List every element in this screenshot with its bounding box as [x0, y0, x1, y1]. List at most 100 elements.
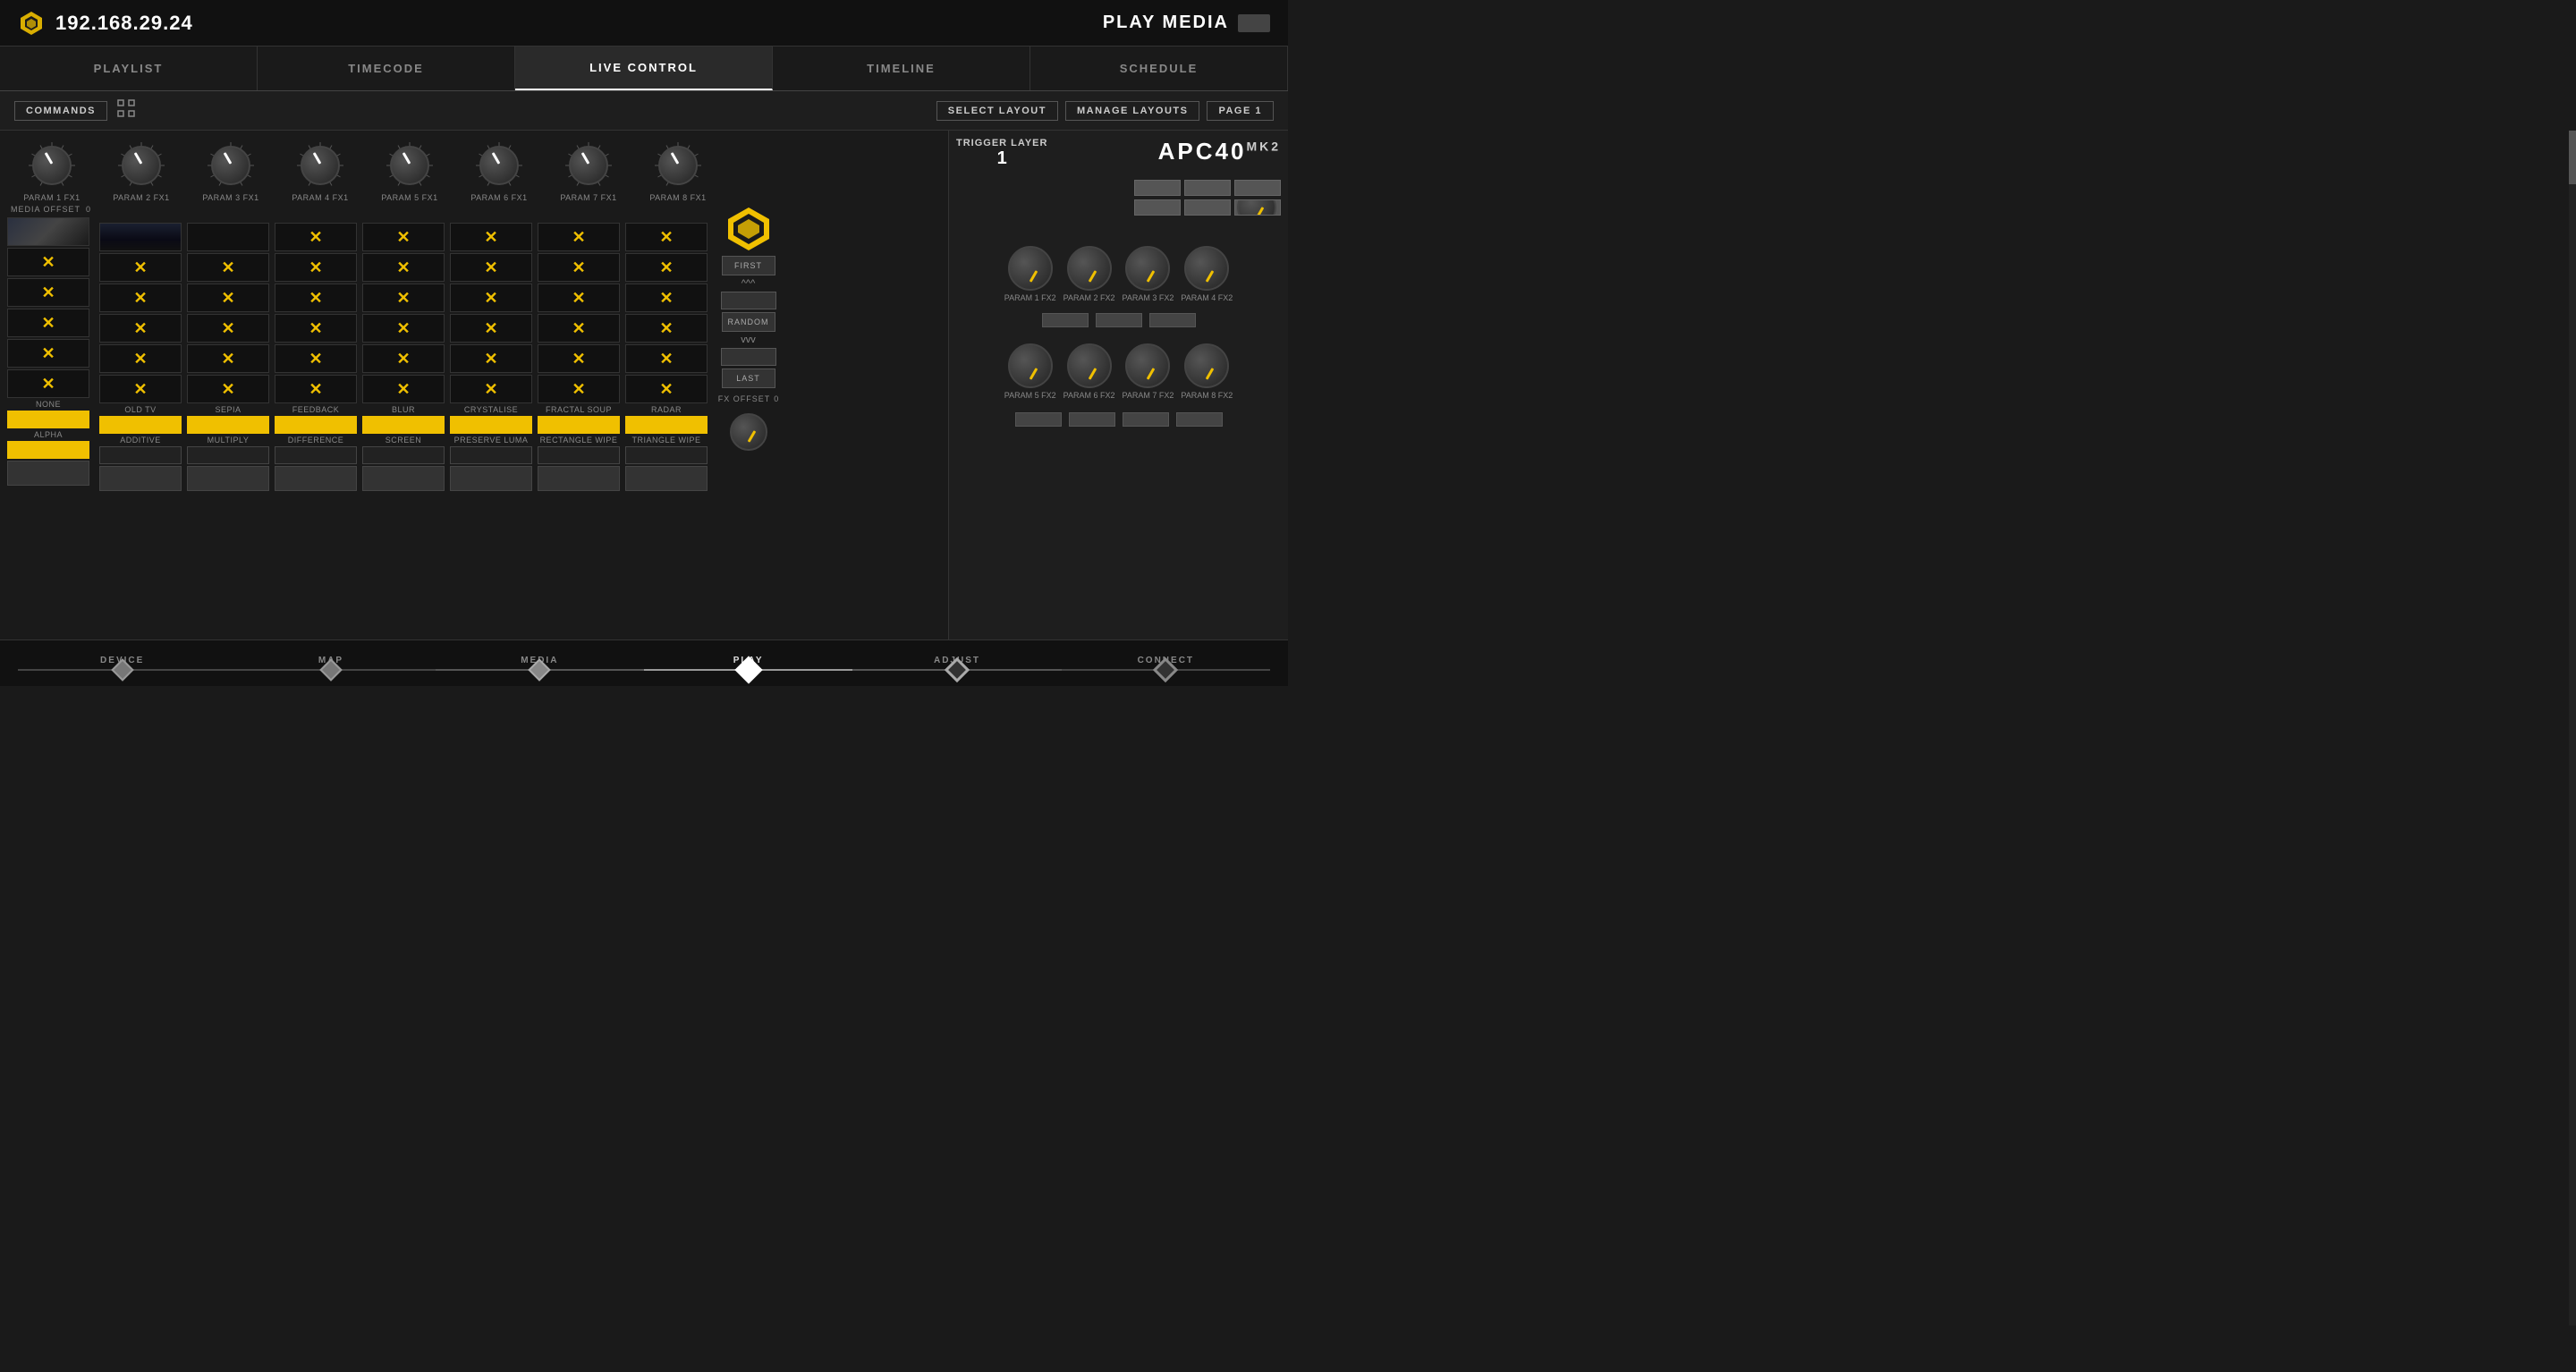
- r-btn-5[interactable]: [1184, 199, 1231, 216]
- grid-btn-r2-c2[interactable]: [187, 253, 269, 282]
- grid-btn-r6-c5[interactable]: [450, 375, 532, 403]
- tab-timecode[interactable]: TIMECODE: [258, 47, 515, 90]
- grid-btn-r3-c2[interactable]: [187, 284, 269, 312]
- bottom-btn-2[interactable]: [187, 466, 269, 491]
- volume-knob-area[interactable]: [730, 413, 767, 451]
- knob-param7fx1[interactable]: [563, 140, 614, 191]
- grid-btn-r1-c2[interactable]: [187, 223, 269, 251]
- blend-btn-3[interactable]: [275, 446, 357, 464]
- knob-dial-5[interactable]: [390, 146, 429, 185]
- r-bottom-btn-3[interactable]: [1123, 412, 1169, 427]
- bottom-btn-0[interactable]: [7, 461, 89, 486]
- knob-dial-2[interactable]: [122, 146, 161, 185]
- fx-btn-0[interactable]: [7, 411, 89, 428]
- knob-dial-7[interactable]: [569, 146, 608, 185]
- grid-btn-r5-c1[interactable]: [99, 344, 182, 373]
- grid-btn-r2-c6[interactable]: [538, 253, 620, 282]
- grid-btn-r6-c0[interactable]: [7, 369, 89, 398]
- fx-btn-1[interactable]: [99, 416, 182, 434]
- grid-btn-r4-c1[interactable]: [99, 314, 182, 343]
- grid-btn-r3-c7[interactable]: [625, 284, 708, 312]
- r-small-btn-1[interactable]: [1042, 313, 1089, 327]
- grid-btn-r5-c2[interactable]: [187, 344, 269, 373]
- fx-btn-4[interactable]: [362, 416, 445, 434]
- knob-param4fx1[interactable]: [294, 140, 346, 191]
- commands-button[interactable]: COMMANDS: [14, 101, 107, 121]
- blend-btn-2[interactable]: [187, 446, 269, 464]
- knob-dial-4[interactable]: [301, 146, 340, 185]
- up-btn[interactable]: [721, 292, 776, 309]
- grid-btn-r3-c3[interactable]: [275, 284, 357, 312]
- bottom-btn-4[interactable]: [362, 466, 445, 491]
- right-fader-knob[interactable]: [1237, 199, 1276, 216]
- grid-btn-r5-c4[interactable]: [362, 344, 445, 373]
- grid-btn-r2-c3[interactable]: [275, 253, 357, 282]
- fx2-knob-8[interactable]: [1184, 343, 1229, 388]
- fx2-knob-4[interactable]: [1184, 246, 1229, 291]
- fx2-knob-1[interactable]: [1008, 246, 1053, 291]
- fx-btn-5[interactable]: [450, 416, 532, 434]
- blend-btn-7[interactable]: [625, 446, 708, 464]
- volume-knob[interactable]: [730, 413, 767, 451]
- grid-btn-r5-c0[interactable]: [7, 339, 89, 368]
- bottom-btn-6[interactable]: [538, 466, 620, 491]
- down-btn[interactable]: [721, 348, 776, 366]
- grid-btn-r4-c7[interactable]: [625, 314, 708, 343]
- tab-playlist[interactable]: PLAYLIST: [0, 47, 258, 90]
- grid-btn-r1-c3[interactable]: [275, 223, 357, 251]
- play-media-toggle[interactable]: [1238, 14, 1270, 32]
- random-button[interactable]: RANDOM: [722, 312, 775, 332]
- fx2-knob-6[interactable]: [1067, 343, 1112, 388]
- fx-btn-7[interactable]: [625, 416, 708, 434]
- grid-btn-r2-c0[interactable]: [7, 248, 89, 276]
- grid-btn-r5-c7[interactable]: [625, 344, 708, 373]
- r-small-btn-2[interactable]: [1096, 313, 1142, 327]
- r-btn-1[interactable]: [1134, 180, 1181, 196]
- fx2-knob-2[interactable]: [1067, 246, 1112, 291]
- knob-param2fx1[interactable]: [115, 140, 167, 191]
- manage-layouts-button[interactable]: MANAGE LAYOUTS: [1065, 101, 1200, 121]
- grid-btn-r6-c4[interactable]: [362, 375, 445, 403]
- knob-dial-3[interactable]: [211, 146, 250, 185]
- r-btn-6-fader[interactable]: [1234, 199, 1281, 216]
- knob-dial-6[interactable]: [479, 146, 519, 185]
- blend-btn-6[interactable]: [538, 446, 620, 464]
- grid-btn-r4-c6[interactable]: [538, 314, 620, 343]
- knob-param8fx1[interactable]: [652, 140, 704, 191]
- fx2-knob-3[interactable]: [1125, 246, 1170, 291]
- bottom-btn-1[interactable]: [99, 466, 182, 491]
- last-button[interactable]: LAST: [722, 368, 775, 388]
- grid-btn-r5-c5[interactable]: [450, 344, 532, 373]
- fx2-knob-7[interactable]: [1125, 343, 1170, 388]
- knob-param1fx1[interactable]: [26, 140, 78, 191]
- grid-btn-r1-c4[interactable]: [362, 223, 445, 251]
- grid-btn-r2-c7[interactable]: [625, 253, 708, 282]
- knob-param5fx1[interactable]: [384, 140, 436, 191]
- grid-btn-r2-c4[interactable]: [362, 253, 445, 282]
- grid-btn-r4-c4[interactable]: [362, 314, 445, 343]
- r-btn-4[interactable]: [1134, 199, 1181, 216]
- grid-btn-r3-c1[interactable]: [99, 284, 182, 312]
- r-small-btn-3[interactable]: [1149, 313, 1196, 327]
- grid-btn-r6-c6[interactable]: [538, 375, 620, 403]
- knob-param3fx1[interactable]: [205, 140, 257, 191]
- grid-btn-r4-c0[interactable]: [7, 309, 89, 337]
- grid-btn-r6-c3[interactable]: [275, 375, 357, 403]
- fx-btn-6[interactable]: [538, 416, 620, 434]
- blend-btn-4[interactable]: [362, 446, 445, 464]
- select-layout-button[interactable]: SELECT LAYOUT: [936, 101, 1058, 121]
- grid-btn-r5-c6[interactable]: [538, 344, 620, 373]
- bottom-btn-5[interactable]: [450, 466, 532, 491]
- grid-btn-r2-c5[interactable]: [450, 253, 532, 282]
- page-button[interactable]: PAGE 1: [1207, 101, 1274, 121]
- tab-schedule[interactable]: SCHEDULE: [1030, 47, 1288, 90]
- grid-btn-r6-c2[interactable]: [187, 375, 269, 403]
- grid-btn-r2-c1[interactable]: [99, 253, 182, 282]
- blend-btn-0[interactable]: [7, 441, 89, 459]
- r-bottom-btn-2[interactable]: [1069, 412, 1115, 427]
- grid-btn-r3-c6[interactable]: [538, 284, 620, 312]
- grid-btn-r3-c0[interactable]: [7, 278, 89, 307]
- grid-btn-r5-c3[interactable]: [275, 344, 357, 373]
- grid-btn-r4-c2[interactable]: [187, 314, 269, 343]
- expand-icon[interactable]: [116, 98, 136, 123]
